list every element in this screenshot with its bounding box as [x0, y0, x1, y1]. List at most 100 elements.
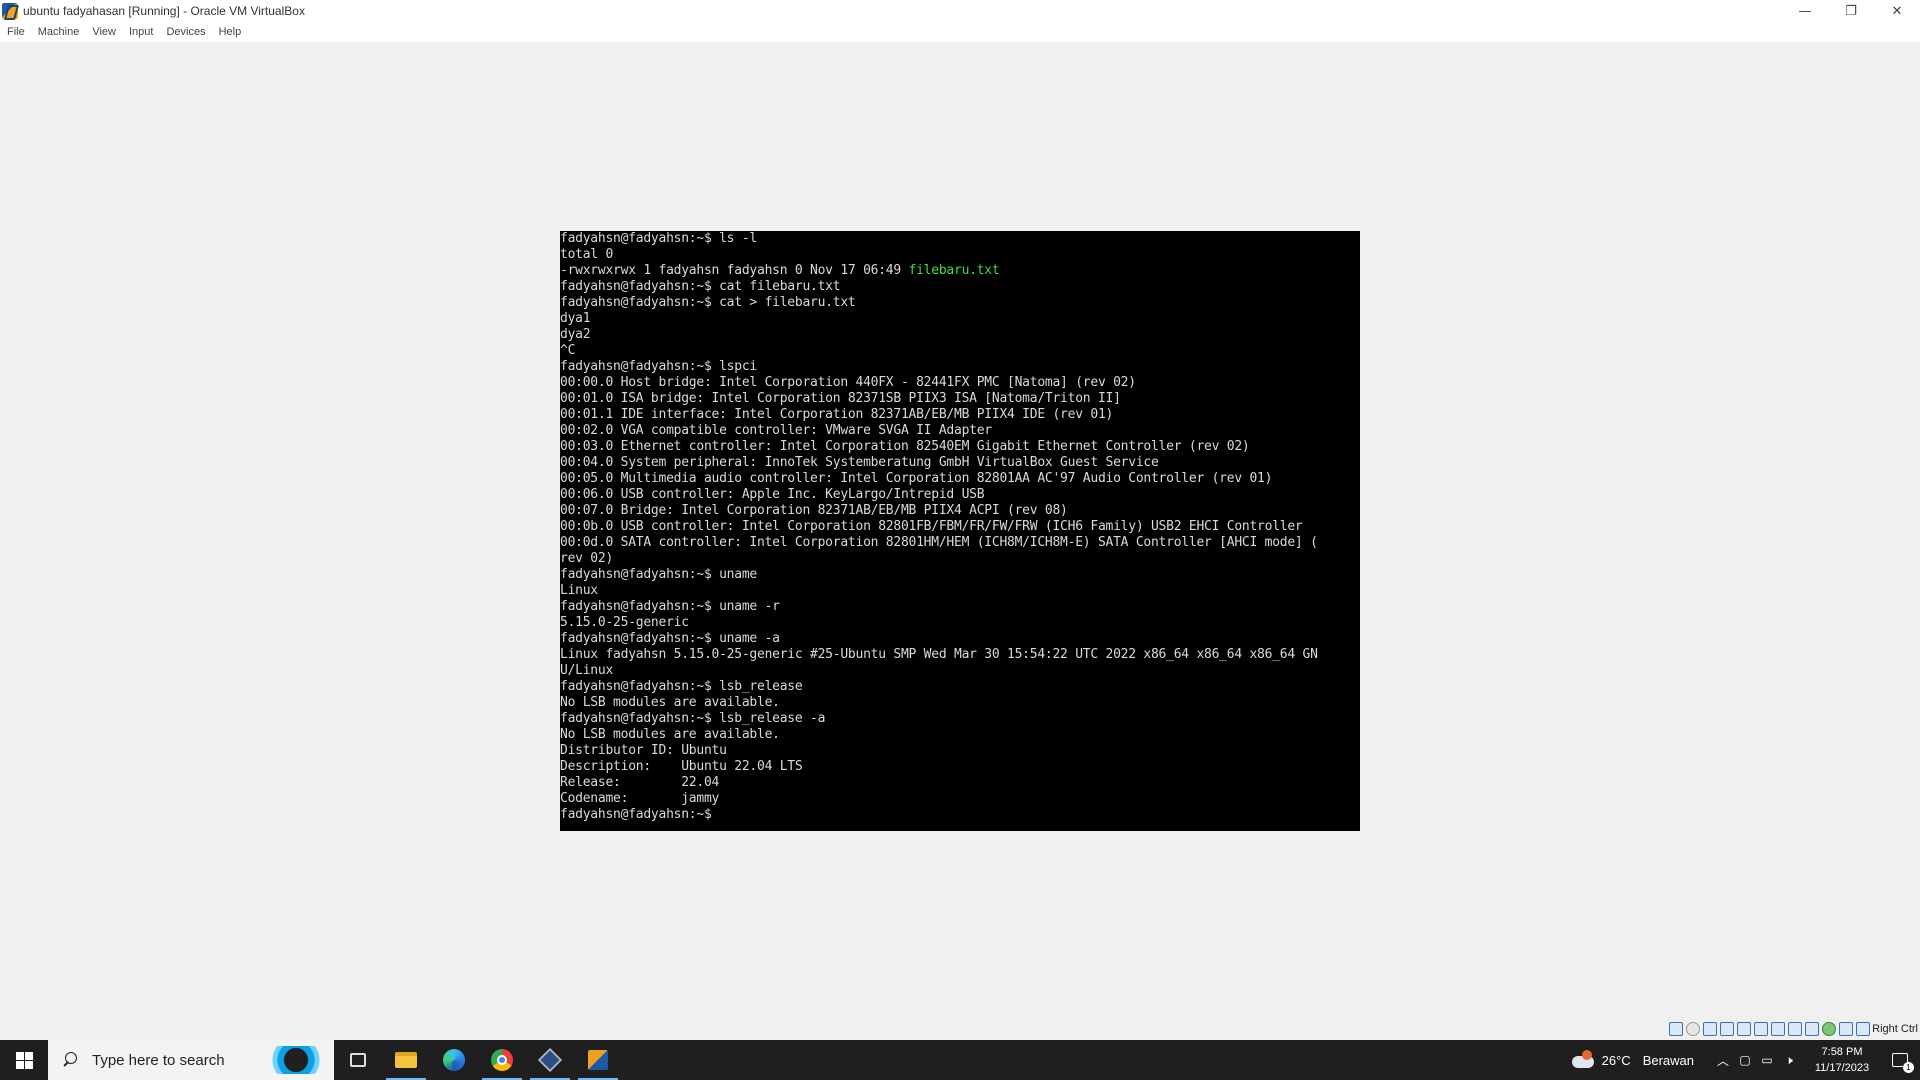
file-explorer-button[interactable]: [382, 1040, 430, 1080]
menu-help[interactable]: Help: [212, 26, 248, 38]
terminal-line: U/Linux: [560, 663, 614, 678]
display-icon[interactable]: [1771, 1022, 1785, 1036]
windows-logo-icon: [15, 1051, 33, 1069]
chrome-icon: [491, 1049, 513, 1071]
file-explorer-icon: [395, 1052, 417, 1068]
virtualbox-manager-icon: [537, 1047, 563, 1073]
chrome-button[interactable]: [478, 1040, 526, 1080]
notification-count-badge: 1: [1903, 1062, 1914, 1073]
terminal-line: dya2: [560, 327, 591, 342]
terminal-line: total 0: [560, 247, 614, 262]
keyboard-icon[interactable]: [1856, 1022, 1870, 1036]
terminal-line: rev 02): [560, 551, 614, 566]
terminal-line: 00:05.0 Multimedia audio controller: Int…: [560, 471, 1273, 486]
guest-additions-icon[interactable]: [1822, 1022, 1836, 1036]
terminal-line: 00:01.0 ISA bridge: Intel Corporation 82…: [560, 391, 1121, 406]
virtualbox-vm-icon: [588, 1050, 608, 1070]
taskbar-search-box[interactable]: Type here to search: [48, 1040, 334, 1080]
terminal-filename-highlight: filebaru.txt: [908, 263, 1000, 278]
terminal-line: 00:07.0 Bridge: Intel Corporation 82371A…: [560, 503, 1068, 518]
status-icons: [1669, 1022, 1870, 1036]
virtualbox-vm-button[interactable]: [574, 1040, 622, 1080]
window-title: ubuntu fadyahasan [Running] - Oracle VM …: [23, 4, 305, 18]
start-button[interactable]: [0, 1040, 48, 1080]
host-key-label[interactable]: Right Ctrl: [1872, 1023, 1918, 1035]
notification-icon: 1: [1892, 1053, 1914, 1073]
search-highlight-icon[interactable]: [266, 1046, 326, 1074]
menu-machine[interactable]: Machine: [31, 26, 86, 38]
vm-display[interactable]: fadyahsn@fadyahsn:~$ ls -l total 0 -rwxrwx…: [560, 231, 1360, 831]
clock[interactable]: 7:58 PM 11/17/2023: [1804, 1044, 1880, 1076]
taskbar: Type here to search 26°C Berawan ︿ ▢ ▭ 🕨…: [0, 1040, 1920, 1080]
terminal-line: fadyahsn@fadyahsn:~$ lsb_release: [560, 679, 803, 694]
close-button[interactable]: ✕: [1874, 0, 1920, 22]
cpu-icon[interactable]: [1805, 1022, 1819, 1036]
audio-icon[interactable]: [1703, 1022, 1717, 1036]
terminal-line: 00:04.0 System peripheral: InnoTek Syste…: [560, 455, 1159, 470]
terminal-line: Linux: [560, 583, 598, 598]
show-hidden-icons-chevron-icon[interactable]: ︿: [1714, 1040, 1732, 1080]
terminal-line: 00:03.0 Ethernet controller: Intel Corpo…: [560, 439, 1250, 454]
terminal-line: fadyahsn@fadyahsn:~$ uname -r: [560, 599, 780, 614]
network-icon[interactable]: ▭: [1758, 1040, 1776, 1080]
terminal-line: 00:06.0 USB controller: Apple Inc. KeyLa…: [560, 487, 985, 502]
menu-input[interactable]: Input: [122, 26, 159, 38]
meet-now-icon[interactable]: ▢: [1736, 1040, 1754, 1080]
terminal-line: 00:00.0 Host bridge: Intel Corporation 4…: [560, 375, 1136, 390]
search-placeholder: Type here to search: [92, 1051, 225, 1069]
terminal-line: fadyahsn@fadyahsn:~$ cat filebaru.txt: [560, 279, 841, 294]
window-controls: — ❐ ✕: [1782, 0, 1920, 22]
hard-disk-icon[interactable]: [1669, 1022, 1683, 1036]
minimize-button[interactable]: —: [1782, 0, 1828, 22]
shared-folders-icon[interactable]: [1754, 1022, 1768, 1036]
optical-drive-icon[interactable]: [1686, 1022, 1700, 1036]
weather-condition[interactable]: Berawan: [1643, 1053, 1694, 1068]
task-view-button[interactable]: [334, 1040, 382, 1080]
notification-center-button[interactable]: 1: [1880, 1040, 1920, 1080]
usb-icon[interactable]: [1737, 1022, 1751, 1036]
terminal-line: fadyahsn@fadyahsn:~$: [560, 807, 720, 822]
terminal-output[interactable]: fadyahsn@fadyahsn:~$ ls -l total 0 -rwxrwx…: [560, 231, 1318, 823]
vm-status-bar: Right Ctrl: [0, 1018, 1920, 1040]
clock-time: 7:58 PM: [1821, 1046, 1863, 1058]
menu-view[interactable]: View: [85, 26, 122, 38]
terminal-line: fadyahsn@fadyahsn:~$ uname -a: [560, 631, 780, 646]
network-icon[interactable]: [1720, 1022, 1734, 1036]
weather-icon[interactable]: [1571, 1050, 1596, 1070]
menu-file[interactable]: File: [0, 26, 31, 38]
terminal-line: Distributor ID: Ubuntu: [560, 743, 727, 758]
virtualbox-manager-button[interactable]: [526, 1040, 574, 1080]
terminal-line: No LSB modules are available.: [560, 727, 780, 742]
terminal-line: 00:0b.0 USB controller: Intel Corporatio…: [560, 519, 1303, 534]
terminal-line: Release: 22.04: [560, 775, 720, 790]
volume-muted-icon[interactable]: 🕨: [1780, 1040, 1798, 1080]
terminal-line: Description: Ubuntu 22.04 LTS: [560, 759, 803, 774]
menu-devices[interactable]: Devices: [159, 26, 211, 38]
search-icon: [62, 1052, 78, 1068]
terminal-line: Codename: jammy: [560, 791, 720, 806]
virtualbox-icon: [2, 3, 18, 19]
clock-date: 11/17/2023: [1814, 1062, 1870, 1074]
recording-icon[interactable]: [1788, 1022, 1802, 1036]
menu-bar: File Machine View Input Devices Help: [0, 22, 1920, 42]
terminal-line: dya1: [560, 311, 591, 326]
terminal-line: fadyahsn@fadyahsn:~$ uname: [560, 567, 757, 582]
task-view-icon: [350, 1053, 366, 1067]
weather-temperature[interactable]: 26°C: [1602, 1053, 1631, 1068]
system-tray: 26°C Berawan ︿ ▢ ▭ 🕨 7:58 PM 11/17/2023 …: [1571, 1040, 1920, 1080]
mouse-integration-icon[interactable]: [1839, 1022, 1853, 1036]
restore-button[interactable]: ❐: [1828, 0, 1874, 22]
terminal-line: fadyahsn@fadyahsn:~$ lspci: [560, 359, 757, 374]
window-titlebar[interactable]: ubuntu fadyahasan [Running] - Oracle VM …: [0, 0, 1920, 22]
terminal-line: 5.15.0-25-generic: [560, 615, 689, 630]
terminal-line: 00:02.0 VGA compatible controller: VMwar…: [560, 423, 992, 438]
edge-icon: [443, 1049, 465, 1071]
terminal-line: 00:01.1 IDE interface: Intel Corporation…: [560, 407, 1114, 422]
terminal-line: ^C: [560, 343, 576, 358]
terminal-line: Linux fadyahsn 5.15.0-25-generic #25-Ubu…: [560, 647, 1318, 662]
terminal-line: fadyahsn@fadyahsn:~$ cat > filebaru.txt: [560, 295, 856, 310]
terminal-line: fadyahsn@fadyahsn:~$ ls -l: [560, 231, 757, 246]
edge-button[interactable]: [430, 1040, 478, 1080]
terminal-line: fadyahsn@fadyahsn:~$ lsb_release -a: [560, 711, 826, 726]
terminal-line: -rwxrwxrwx 1 fadyahsn fadyahsn 0 Nov 17 …: [560, 263, 1000, 278]
